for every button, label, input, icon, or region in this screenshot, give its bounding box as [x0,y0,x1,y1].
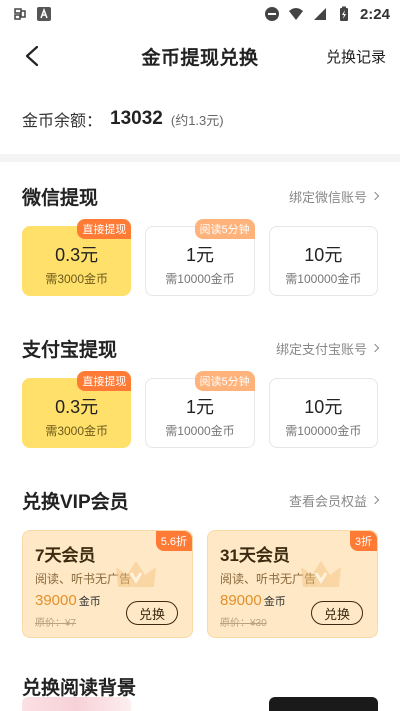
vip-price-value: 89000 [220,592,262,609]
clock: 2:24 [359,5,390,23]
dnd-icon [264,7,279,21]
vip-desc: 阅读、听书无广告 [35,572,132,586]
vip-price: 39000 金币 [35,592,101,609]
vip-original-price: 原价：¥7 [35,618,77,629]
crown-icon [116,561,156,587]
vip-original-price: 原价：¥30 [220,618,267,629]
wechat-option-card[interactable]: 直接提现 0.3元 需3000金币 [22,219,132,296]
option-cost: 需3000金币 [45,272,109,286]
status-bar: 2:24 [0,0,400,28]
crown-icon [301,561,341,587]
vip-card[interactable]: 5.6折 7天会员 阅读、听书无广告 39000 金币 原价：¥7 兑换 [22,530,193,638]
wechat-withdraw-section: 微信提现 绑定微信账号 直接提现 0.3元 需3000金币 阅读5分钟 1元 需… [0,172,400,296]
option-amount: 1元 [185,397,214,417]
alipay-option-card[interactable]: 10元 需100000金币 [268,378,378,448]
background-section-title: 兑换阅读背景 [22,677,137,699]
vip-desc: 阅读、听书无广告 [220,572,317,586]
bind-alipay-label: 绑定支付宝账号 [275,341,367,357]
alipay-section-title: 支付宝提现 [22,339,118,361]
vip-exchange-section: 兑换VIP会员 查看会员权益 5.6折 7天会员 阅读、听书无广告 39000 金… [0,476,400,638]
exchange-records-link[interactable]: 兑换记录 [326,46,386,67]
wechat-option-card[interactable]: 10元 需100000金币 [268,226,378,296]
back-button[interactable] [18,42,46,70]
option-amount: 1元 [185,245,214,265]
vip-price-value: 39000 [35,592,77,609]
option-amount: 10元 [304,245,343,265]
signal-icon [313,8,326,20]
chevron-right-icon [370,495,380,505]
background-thumbnail[interactable] [22,697,132,711]
option-cost: 需100000金币 [285,272,362,286]
discount-tag: 5.6折 [155,531,192,551]
app-a-icon [37,7,51,21]
vip-price-unit: 金币 [263,596,286,608]
bind-wechat-label: 绑定微信账号 [288,189,367,205]
option-amount: 0.3元 [55,397,99,417]
wifi-icon [288,8,303,20]
option-tag: 阅读5分钟 [194,219,255,239]
option-cost: 需3000金币 [45,424,109,438]
balance-value: 13032 [110,108,163,129]
vip-benefits-label: 查看会员权益 [288,493,367,509]
option-amount: 10元 [304,397,343,417]
option-cost: 需10000金币 [165,424,235,438]
coin-balance: 金币余额： 13032 (约1.3元) [0,84,400,154]
vip-card[interactable]: 3折 31天会员 阅读、听书无广告 89000 金币 原价：¥30 兑换 [207,530,378,638]
background-thumbnails [22,697,378,711]
vip-name: 31天会员 [220,546,290,565]
notification-icon [14,8,26,20]
exchange-button[interactable]: 兑换 [311,601,363,625]
option-tag: 直接提现 [77,371,132,391]
vip-section-title: 兑换VIP会员 [22,491,129,513]
bind-wechat-link[interactable]: 绑定微信账号 [288,187,380,206]
balance-label: 金币余额： [22,113,103,130]
back-arrow-icon [25,45,39,67]
vip-price: 89000 金币 [220,592,286,609]
section-divider [0,154,400,162]
alipay-option-card[interactable]: 阅读5分钟 1元 需10000金币 [145,371,255,448]
exchange-button[interactable]: 兑换 [126,601,178,625]
discount-tag: 3折 [349,531,377,551]
option-amount: 0.3元 [55,245,99,265]
chevron-right-icon [370,343,380,353]
wechat-section-title: 微信提现 [22,187,99,209]
option-tag: 阅读5分钟 [194,371,255,391]
page-title: 金币提现兑换 [141,47,259,69]
option-tag: 直接提现 [77,219,132,239]
option-cost: 需100000金币 [285,424,362,438]
bind-alipay-link[interactable]: 绑定支付宝账号 [275,339,380,358]
background-thumbnail[interactable] [145,697,255,711]
balance-approx: (约1.3元) [170,112,224,128]
wechat-option-card[interactable]: 阅读5分钟 1元 需10000金币 [145,219,255,296]
chevron-right-icon [370,191,380,201]
vip-price-unit: 金币 [78,596,101,608]
background-thumbnail[interactable] [268,697,378,711]
vip-benefits-link[interactable]: 查看会员权益 [288,491,380,510]
alipay-option-card[interactable]: 直接提现 0.3元 需3000金币 [22,371,132,448]
nav-bar: 金币提现兑换 兑换记录 [0,28,400,84]
option-cost: 需10000金币 [165,272,235,286]
battery-icon [339,6,348,21]
alipay-withdraw-section: 支付宝提现 绑定支付宝账号 直接提现 0.3元 需3000金币 阅读5分钟 1元… [0,324,400,448]
